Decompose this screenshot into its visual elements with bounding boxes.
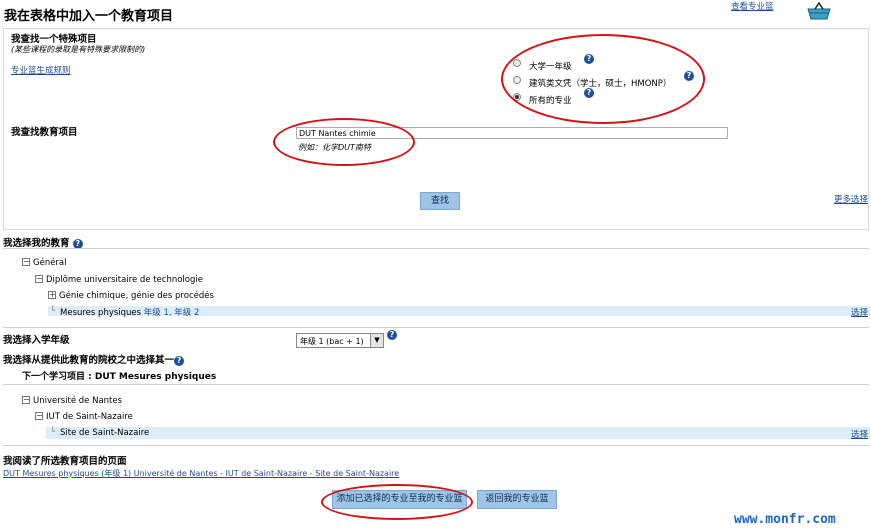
- radio-all-label: 所有的专业: [529, 96, 572, 106]
- watermark: www.monfr.com: [734, 512, 836, 527]
- collapse-icon[interactable]: −: [35, 275, 43, 283]
- year-select-value: 年级 1 (bac + 1): [300, 337, 364, 346]
- view-basket-link[interactable]: 查看专业篮: [731, 0, 774, 12]
- more-options-link[interactable]: 更多选择: [834, 193, 868, 205]
- divider: [3, 445, 869, 446]
- mesures-label: Mesures physiques: [60, 308, 142, 318]
- collapse-icon[interactable]: −: [22, 396, 30, 404]
- tree-node-general[interactable]: Général: [33, 258, 67, 268]
- tree-connector: └: [50, 427, 56, 437]
- special-note: (某些课程的录取是有特殊要求限制的): [11, 45, 146, 54]
- radio-architecture[interactable]: [513, 76, 521, 87]
- tree-node-genie[interactable]: Génie chimique, génie des procédés: [59, 291, 214, 301]
- select-school-link[interactable]: 选择: [851, 428, 868, 440]
- help-icon[interactable]: ?: [684, 71, 694, 81]
- back-to-basket-button[interactable]: 返回我的专业篮: [477, 490, 557, 509]
- search-example: 例如：化学DUT南特: [298, 143, 371, 152]
- page-title: 我在表格中加入一个教育项目: [4, 9, 174, 24]
- help-icon[interactable]: ?: [584, 54, 594, 64]
- tree-node-universite[interactable]: Université de Nantes: [33, 396, 122, 406]
- basket-rules-link[interactable]: 专业篮生成规则: [11, 64, 71, 76]
- next-program: 下一个学习项目 : DUT Mesures physiques: [22, 372, 217, 382]
- help-icon[interactable]: ?: [387, 330, 397, 340]
- school-heading: 我选择从提供此教育的院校之中选择其一?: [3, 352, 185, 366]
- expand-icon[interactable]: +: [48, 291, 56, 299]
- collapse-icon[interactable]: −: [22, 258, 30, 266]
- help-icon[interactable]: ?: [174, 356, 185, 366]
- radio-architecture-label: 建筑类文凭（学士，硕士，HMONP）: [529, 79, 672, 89]
- education-heading: 我选择我的教育 ?: [3, 235, 83, 249]
- year-select[interactable]: 年级 1 (bac + 1) ▼: [296, 333, 384, 348]
- radio-first-year[interactable]: [513, 59, 521, 70]
- tree-connector: └: [50, 306, 56, 316]
- chevron-down-icon[interactable]: ▼: [370, 334, 383, 347]
- mesures-years: 年级 1, 年级 2: [143, 308, 200, 318]
- selected-row: [46, 427, 870, 439]
- radio-first-year-label: 大学一年级: [529, 62, 572, 72]
- select-education-link[interactable]: 选择: [851, 306, 868, 318]
- radio-all[interactable]: [513, 93, 521, 104]
- read-heading: 我阅读了所选教育项目的页面: [3, 456, 127, 467]
- divider: [3, 384, 869, 385]
- tree-node-iut[interactable]: IUT de Saint-Nazaire: [46, 412, 133, 422]
- year-heading: 我选择入学年级: [3, 335, 70, 346]
- program-page-link[interactable]: DUT Mesures physiques (年级 1) Université …: [3, 468, 399, 479]
- basket-icon[interactable]: [806, 1, 832, 20]
- collapse-icon[interactable]: −: [35, 412, 43, 420]
- divider: [3, 327, 869, 328]
- school-heading-text: 我选择从提供此教育的院校之中选择其一: [3, 355, 175, 366]
- search-button[interactable]: 查找: [420, 192, 460, 210]
- tree-node-dut[interactable]: Diplôme universitaire de technologie: [46, 275, 203, 285]
- search-heading: 我查找教育项目: [11, 127, 78, 138]
- divider: [3, 248, 869, 249]
- add-to-basket-button[interactable]: 添加已选择的专业至我的专业篮: [332, 490, 467, 509]
- search-input[interactable]: [296, 127, 728, 139]
- tree-node-site[interactable]: Site de Saint-Nazaire: [60, 428, 149, 438]
- tree-node-mesures[interactable]: Mesures physiques 年级 1, 年级 2: [60, 306, 199, 318]
- special-heading: 我查找一个特殊项目: [11, 34, 97, 45]
- help-icon[interactable]: ?: [584, 88, 594, 98]
